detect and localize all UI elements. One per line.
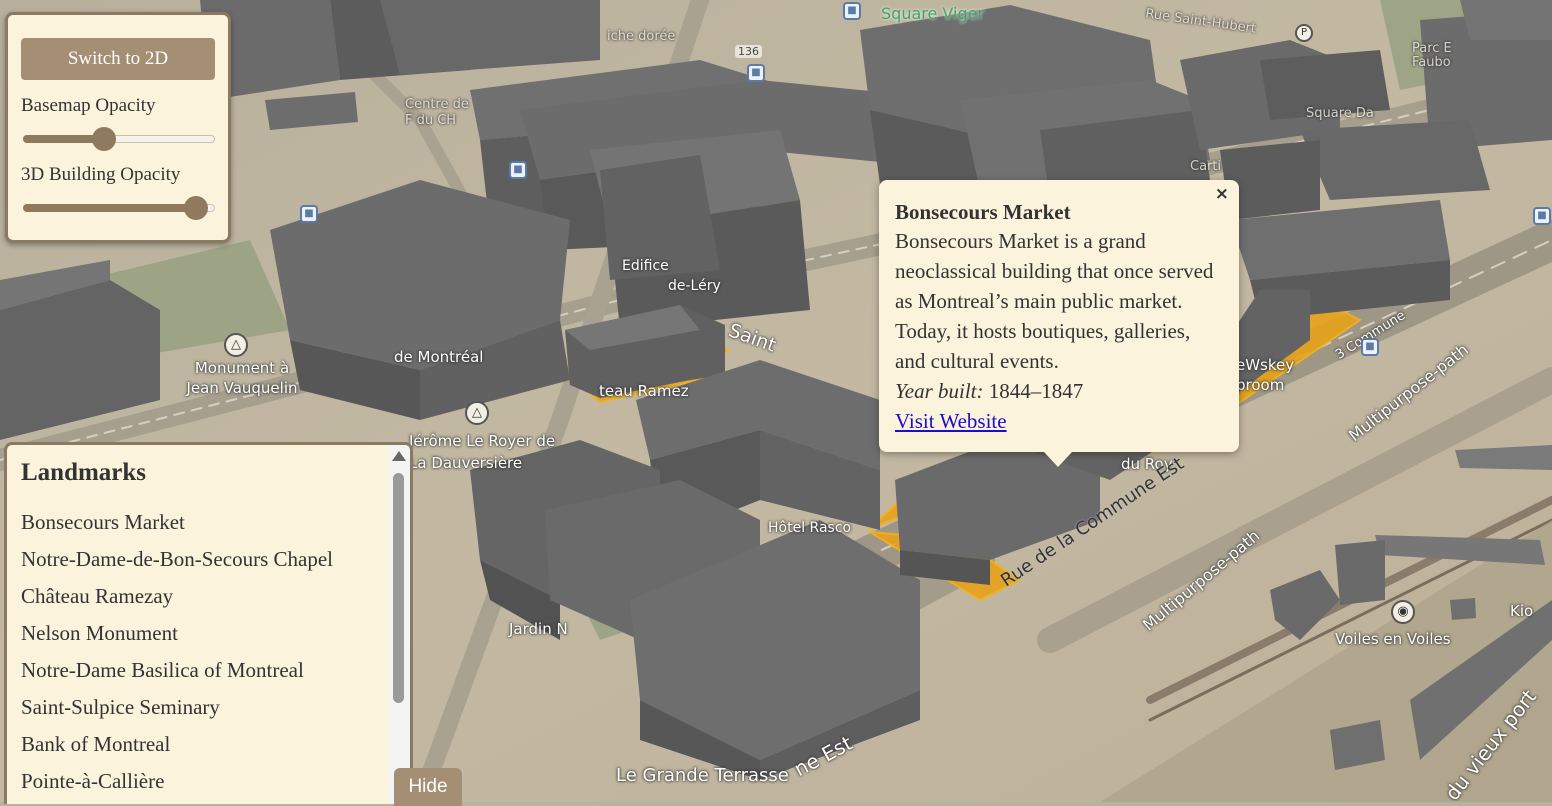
map-label-proom: eWskey proom	[1236, 356, 1295, 394]
popup-year-built: Year built: 1844–1847	[895, 376, 1223, 406]
bus-stop-icon[interactable]: ■	[1533, 207, 1551, 225]
map-label-parc-faubourg: Parc E Faubo	[1412, 41, 1452, 70]
bus-stop-icon[interactable]: ■	[843, 2, 861, 20]
bus-stop-icon[interactable]: ■	[1361, 338, 1379, 356]
slider-thumb[interactable]	[91, 127, 116, 151]
map-label-hotel: Hôtel Rasco	[768, 520, 852, 536]
parking-icon[interactable]: P	[1295, 24, 1313, 42]
landmark-item[interactable]: Nelson Monument	[21, 621, 333, 658]
landmark-item[interactable]: Bonsecours Market	[21, 510, 333, 547]
landmark-item[interactable]: Pointe-à-Callière	[21, 769, 333, 804]
landmark-item[interactable]: Notre-Dame Basilica of Montreal	[21, 658, 333, 695]
landmark-popup: × Bonsecours Market Bonsecours Market is…	[879, 180, 1239, 467]
map-label-jardin: Jardin N	[509, 620, 568, 638]
landmarks-list: Bonsecours Market Notre-Dame-de-Bon-Seco…	[21, 510, 333, 804]
map-label-edifice: Edifice	[622, 258, 669, 274]
map-label-cartier: Carti	[1190, 159, 1222, 174]
map-label-kio: Kio	[1510, 602, 1534, 620]
landmarks-title: Landmarks	[21, 459, 147, 486]
map-controls-panel: Switch to 2D Basemap Opacity 3D Building…	[5, 12, 231, 243]
map-label-monument-jean: Monument à Jean Vauquelin	[186, 359, 298, 397]
visit-website-link[interactable]: Visit Website	[895, 406, 1007, 436]
scrollbar-thumb[interactable]	[393, 473, 404, 703]
bus-stop-icon[interactable]: ■	[300, 205, 318, 223]
map-label-de-lery: de-Léry	[668, 278, 721, 294]
map-label-grande-terrasse: Le Grande Terrasse	[616, 765, 789, 786]
landmarks-scrollbar[interactable]	[388, 445, 410, 804]
bus-stop-icon[interactable]: ■	[747, 64, 765, 82]
hide-landmarks-button[interactable]: Hide	[394, 768, 462, 806]
map-label-jerome: Jérôme Le Royer de La Dauversière	[409, 432, 556, 472]
scroll-up-arrow-icon[interactable]	[392, 451, 406, 461]
monument-pin-icon[interactable]: △	[224, 333, 248, 357]
landmark-item[interactable]: Château Ramezay	[21, 584, 333, 621]
building-opacity-label: 3D Building Opacity	[21, 164, 181, 185]
map-label-voiles: Voiles en Voiles	[1335, 630, 1451, 648]
year-built-label: Year built:	[895, 379, 984, 403]
landmark-item[interactable]: Bank of Montreal	[21, 732, 333, 769]
camera-pin-icon[interactable]: ◉	[1391, 600, 1415, 624]
map-label-route-136: 136	[735, 45, 762, 58]
bus-stop-icon[interactable]: ■	[509, 161, 527, 179]
landmark-item[interactable]: Notre-Dame-de-Bon-Secours Chapel	[21, 547, 333, 584]
map-label-niche-doree: iche dorée	[607, 29, 676, 44]
basemap-opacity-slider[interactable]	[23, 127, 215, 151]
year-built-value: 1844–1847	[988, 379, 1084, 403]
map-label-square-viger: Square Viger	[881, 4, 985, 23]
close-icon[interactable]: ×	[1215, 184, 1229, 204]
map-label-chateau-ramezay: teau Ramez	[599, 382, 689, 400]
landmarks-panel: Landmarks Bonsecours Market Notre-Dame-d…	[4, 442, 413, 804]
monument-pin-icon[interactable]: △	[465, 401, 489, 425]
slider-thumb[interactable]	[183, 196, 208, 220]
building-opacity-slider[interactable]	[23, 196, 215, 220]
switch-to-2d-button[interactable]: Switch to 2D	[21, 38, 215, 80]
basemap-opacity-label: Basemap Opacity	[21, 95, 156, 116]
map-label-centre: Centre de F du CH	[405, 97, 469, 128]
slider-fill	[23, 204, 196, 212]
popup-title: Bonsecours Market	[895, 200, 1071, 224]
map-label-square-dalhousie: Square Da	[1306, 106, 1374, 121]
landmark-item[interactable]: Saint-Sulpice Seminary	[21, 695, 333, 732]
map-label-de-montreal: de Montréal	[394, 348, 484, 366]
popup-description: Bonsecours Market is a grand neoclassica…	[895, 229, 1214, 373]
